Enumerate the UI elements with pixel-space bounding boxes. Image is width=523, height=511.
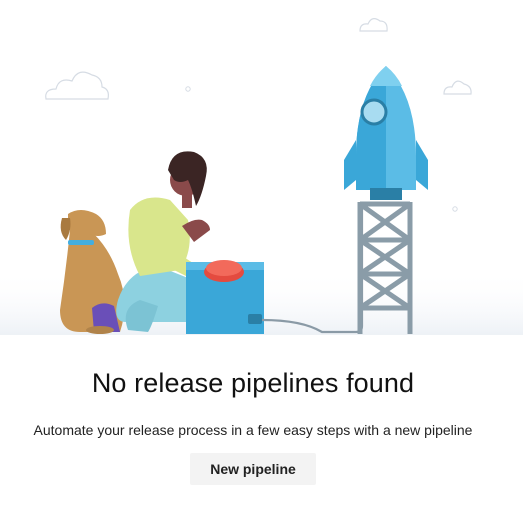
launch-button-box-icon	[186, 260, 264, 334]
cloud-icon	[45, 71, 109, 100]
rocket-icon	[344, 66, 428, 200]
star-dot	[452, 206, 458, 212]
empty-state-title: No release pipelines found	[91, 368, 415, 398]
dog-icon	[60, 210, 125, 334]
star-dot	[185, 86, 191, 92]
cloud-icon	[359, 18, 388, 32]
cloud-icon	[443, 80, 472, 95]
empty-state-illustration	[0, 18, 523, 335]
new-pipeline-button[interactable]: New pipeline	[190, 453, 316, 485]
empty-state-description: Automate your release process in a few e…	[33, 422, 473, 438]
